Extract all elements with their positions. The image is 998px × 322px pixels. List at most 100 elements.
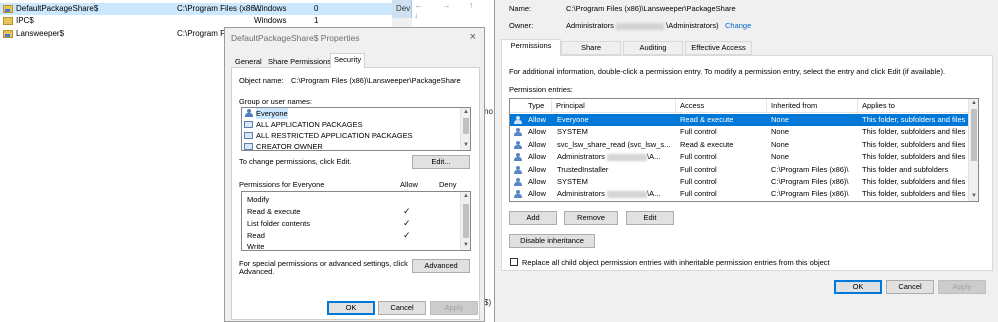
scroll-up-icon[interactable]: ▲ — [969, 99, 978, 108]
tab-auditing[interactable]: Auditing — [623, 41, 683, 55]
entry-principal-suffix: \A... — [647, 189, 661, 199]
security-panel: Object name: C:\Program Files (x86)\Lans… — [231, 67, 480, 320]
permission-name: Write — [247, 242, 265, 251]
user-icon — [514, 178, 523, 186]
tab-permissions[interactable]: Permissions — [501, 39, 561, 56]
tab-share[interactable]: Share — [561, 41, 621, 55]
tab-security[interactable]: Security — [330, 53, 366, 68]
entries-scrollbar[interactable]: ▲ ▼ — [968, 99, 978, 201]
entry-inherited: None — [771, 139, 789, 149]
group-item[interactable]: CREATOR OWNER — [242, 141, 462, 151]
column-header-access[interactable]: Access — [676, 99, 767, 113]
permission-entry-row[interactable]: Allow Administrators \A... Full control … — [510, 188, 970, 200]
strip-label: Dev — [396, 4, 411, 13]
share-name: IPC$ — [16, 16, 34, 25]
entry-inherited: None — [771, 127, 789, 137]
group-icon — [244, 121, 253, 128]
replace-checkbox[interactable] — [510, 258, 518, 266]
scroll-thumb[interactable] — [463, 118, 469, 134]
permission-entries-table[interactable]: Type Principal Access Inherited from App… — [509, 98, 979, 202]
entry-inherited: C:\Program Files (x86)\ — [771, 177, 849, 186]
entry-principal: SYSTEM — [557, 127, 588, 137]
groups-listbox[interactable]: Everyone ALL APPLICATION PACKAGES ALL RE… — [241, 107, 471, 151]
users-icon — [245, 109, 253, 118]
scroll-thumb[interactable] — [463, 204, 469, 238]
scroll-up-icon[interactable]: ▲ — [461, 108, 470, 117]
permission-entry-row[interactable]: Allow SYSTEM Full control C:\Program Fil… — [510, 176, 970, 188]
permission-entry-row[interactable]: Allow SYSTEM Full control None This fold… — [510, 126, 970, 138]
apply-button[interactable]: Apply — [430, 301, 478, 315]
name-value: C:\Program Files (x86)\Lansweeper\Packag… — [566, 4, 736, 13]
scroll-down-icon[interactable]: ▼ — [969, 192, 978, 201]
remove-button[interactable]: Remove — [564, 211, 618, 225]
dialog-title: DefaultPackageShare$ Properties — [231, 33, 360, 43]
entry-principal-name: Administrators — [557, 152, 605, 162]
column-header-type[interactable]: Type — [510, 99, 552, 113]
permissions-listbox: Modify Read & execute ✓ List folder cont… — [241, 191, 471, 251]
replace-checkbox-label: Replace all child object permission entr… — [522, 258, 830, 267]
redacted-domain — [616, 22, 665, 30]
name-label: Name: — [509, 4, 532, 13]
permission-name: Read & execute — [247, 207, 301, 216]
permission-entry-row[interactable]: Allow svc_lsw_share_read (svc_lsw_s... R… — [510, 139, 970, 151]
edit-entry-button[interactable]: Edit — [626, 211, 674, 225]
redacted-domain — [607, 190, 648, 198]
permissions-for-label: Permissions for Everyone — [239, 180, 325, 189]
entry-access: Full control — [680, 152, 717, 162]
scroll-down-icon[interactable]: ▼ — [461, 241, 470, 250]
info-text: For additional information, double-click… — [509, 67, 946, 76]
group-item-everyone[interactable]: Everyone — [242, 108, 462, 119]
entries-label: Permission entries: — [509, 85, 573, 94]
change-owner-link[interactable]: Change — [725, 21, 751, 30]
user-icon — [514, 140, 523, 149]
peek-text: no — [484, 107, 493, 116]
shared-folder-icon — [3, 5, 13, 13]
tab-general[interactable]: General — [231, 55, 266, 67]
share-row[interactable]: IPC$ Windows 1 — [0, 15, 392, 27]
permission-entry-row[interactable]: Allow TrustedInstaller Full control C:\P… — [510, 164, 970, 176]
entry-access: Read & execute — [680, 115, 734, 124]
column-header-applies[interactable]: Applies to — [858, 99, 970, 113]
share-count: 0 — [314, 4, 319, 13]
entry-access: Read & execute — [680, 139, 734, 149]
apply-button[interactable]: Apply — [938, 280, 986, 294]
add-button[interactable]: Add — [509, 211, 557, 225]
group-name: CREATOR OWNER — [256, 142, 323, 151]
column-header-inherited[interactable]: Inherited from — [767, 99, 858, 113]
advanced-button[interactable]: Advanced — [412, 259, 470, 273]
explorer-nav-arrows[interactable]: ← → ↑ ↓ — [414, 0, 494, 20]
ok-button[interactable]: OK — [327, 301, 375, 315]
scroll-thumb[interactable] — [971, 109, 977, 161]
cancel-button[interactable]: Cancel — [378, 301, 426, 315]
permissions-scrollbar[interactable]: ▲ ▼ — [460, 192, 470, 250]
properties-dialog: DefaultPackageShare$ Properties × Genera… — [224, 27, 485, 322]
group-name: Everyone — [256, 108, 288, 119]
tab-share-permissions[interactable]: Share Permissions — [264, 55, 335, 67]
scroll-up-icon[interactable]: ▲ — [461, 192, 470, 201]
entry-applies: This folder, subfolders and files — [862, 152, 966, 162]
close-icon[interactable]: × — [470, 31, 476, 43]
cancel-button[interactable]: Cancel — [886, 280, 934, 294]
entry-principal: Everyone — [557, 115, 589, 124]
group-item[interactable]: ALL APPLICATION PACKAGES — [242, 119, 462, 130]
users-icon — [514, 116, 523, 124]
edit-button[interactable]: Edit... — [412, 155, 470, 169]
scroll-down-icon[interactable]: ▼ — [461, 141, 470, 150]
disable-inheritance-button[interactable]: Disable inheritance — [509, 234, 595, 248]
tab-effective-access[interactable]: Effective Access — [685, 41, 752, 55]
share-count: 1 — [314, 16, 319, 25]
permission-entry-row[interactable]: Allow Everyone Read & execute None This … — [510, 114, 970, 127]
ok-button[interactable]: OK — [834, 280, 882, 294]
groups-label: Group or user names: — [239, 97, 312, 106]
entry-type: Allow — [528, 189, 546, 199]
redacted-domain — [607, 153, 648, 161]
column-header-principal[interactable]: Principal — [552, 99, 676, 113]
special-hint-line2: Advanced. — [239, 267, 275, 276]
object-name-value: C:\Program Files (x86)\Lansweeper\Packag… — [291, 76, 461, 85]
groups-scrollbar[interactable]: ▲ ▼ — [460, 108, 470, 150]
group-item[interactable]: ALL RESTRICTED APPLICATION PACKAGES — [242, 130, 462, 141]
share-row[interactable]: DefaultPackageShare$ C:\Program Files (x… — [0, 3, 392, 15]
permissions-panel: For additional information, double-click… — [501, 55, 993, 271]
permission-entry-row[interactable]: Allow Administrators \A... Full control … — [510, 151, 970, 163]
explorer-tab-strip[interactable]: Dev — [392, 0, 412, 18]
